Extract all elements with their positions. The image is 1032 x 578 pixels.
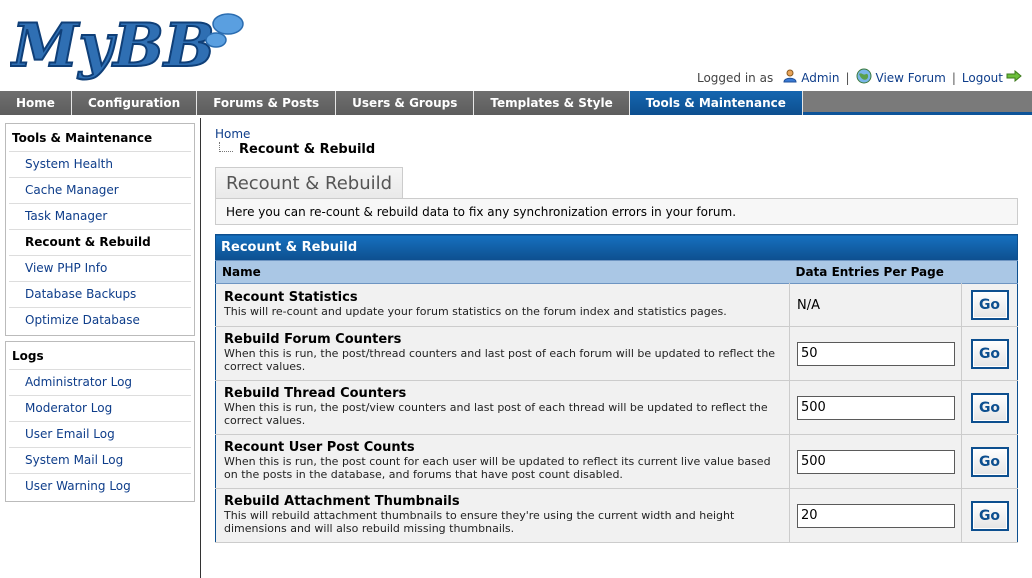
logs-menu-title: Logs: [12, 349, 44, 363]
tab-templates-style[interactable]: Templates & Style: [474, 91, 630, 115]
breadcrumb: Home Recount & Rebuild: [215, 127, 1018, 157]
entries-cell: [789, 434, 962, 489]
entries-input-forum-counters[interactable]: [797, 341, 955, 366]
entries-cell: [789, 380, 962, 435]
task-description: This will re-count and update your forum…: [224, 305, 727, 318]
entries-cell: [789, 326, 962, 381]
tab-configuration[interactable]: Configuration: [71, 91, 198, 115]
svg-text:MyBB: MyBB: [10, 11, 215, 81]
sidebar: Tools & Maintenance System Health Cache …: [0, 118, 201, 578]
column-header-name: Name: [222, 265, 261, 279]
column-header-entries: Data Entries Per Page: [795, 265, 944, 279]
breadcrumb-branch-line: [219, 142, 233, 152]
go-cell: Go: [961, 326, 1018, 381]
main-nav: Home Configuration Forums & Posts Users …: [0, 91, 1032, 115]
entries-input-user-post-counts[interactable]: [797, 449, 955, 474]
task-description: When this is run, the post count for eac…: [224, 455, 771, 481]
tab-tools-maintenance[interactable]: Tools & Maintenance: [629, 91, 803, 115]
sidebar-item-user-email-log[interactable]: User Email Log: [9, 421, 191, 447]
tab-forums-posts[interactable]: Forums & Posts: [197, 91, 337, 115]
breadcrumb-current-label: Recount & Rebuild: [239, 142, 376, 157]
sidebar-item-moderator-log[interactable]: Moderator Log: [9, 395, 191, 421]
table-title: Recount & Rebuild: [215, 234, 1018, 261]
sidebar-item-system-mail-log[interactable]: System Mail Log: [9, 447, 191, 473]
breadcrumb-home-link[interactable]: Home: [215, 127, 1018, 141]
main-content: Home Recount & Rebuild Recount & Rebuild…: [215, 118, 1018, 543]
tools-menu: Tools & Maintenance System Health Cache …: [5, 123, 195, 336]
table-row: Rebuild Attachment Thumbnails This will …: [215, 488, 1018, 543]
separator: |: [845, 70, 850, 85]
tools-menu-title: Tools & Maintenance: [12, 131, 153, 145]
logout-arrow-icon[interactable]: [1006, 69, 1022, 85]
sidebar-item-administrator-log[interactable]: Administrator Log: [9, 369, 191, 395]
page-description: Here you can re-count & rebuild data to …: [215, 198, 1018, 225]
sidebar-item-task-manager[interactable]: Task Manager: [9, 203, 191, 229]
user-bar: Logged in as Admin | View Forum | Logout: [697, 68, 1026, 87]
go-button-rebuild-attachment-thumbnails[interactable]: Go: [970, 500, 1009, 531]
sidebar-item-system-health[interactable]: System Health: [9, 151, 191, 177]
user-icon: [783, 69, 797, 86]
table-header-row: Name Data Entries Per Page: [215, 260, 1018, 284]
mybb-logo[interactable]: MyBB: [10, 8, 250, 82]
page-title-tab: Recount & Rebuild: [215, 167, 404, 198]
tab-home[interactable]: Home: [0, 91, 72, 115]
table-row: Rebuild Forum Counters When this is run,…: [215, 326, 1018, 381]
entries-input-thread-counters[interactable]: [797, 395, 955, 420]
sidebar-item-user-warning-log[interactable]: User Warning Log: [9, 473, 191, 499]
go-button-recount-statistics[interactable]: Go: [970, 290, 1009, 320]
go-button-recount-user-post-counts[interactable]: Go: [970, 446, 1009, 477]
sidebar-item-optimize-database[interactable]: Optimize Database: [9, 307, 191, 333]
task-title: Rebuild Attachment Thumbnails: [224, 494, 460, 509]
sidebar-item-view-php-info[interactable]: View PHP Info: [9, 255, 191, 281]
go-cell: Go: [961, 283, 1018, 327]
task-description: When this is run, the post/thread counte…: [224, 347, 776, 373]
header: MyBB Logged in as Admin | View Forum | L…: [0, 0, 1032, 90]
logs-menu: Logs Administrator Log Moderator Log Use…: [5, 341, 195, 502]
entries-cell: [789, 488, 962, 543]
task-description: This will rebuild attachment thumbnails …: [224, 509, 735, 535]
logged-in-label: Logged in as: [696, 70, 774, 85]
go-cell: Go: [961, 434, 1018, 489]
go-cell: Go: [961, 380, 1018, 435]
task-description: When this is run, the post/view counters…: [224, 401, 768, 427]
tab-users-groups[interactable]: Users & Groups: [336, 91, 475, 115]
go-button-rebuild-forum-counters[interactable]: Go: [970, 338, 1009, 369]
go-cell: Go: [961, 488, 1018, 543]
breadcrumb-current: Recount & Rebuild: [215, 142, 1018, 157]
task-cell: Recount User Post Counts When this is ru…: [215, 434, 790, 489]
task-cell: Rebuild Thread Counters When this is run…: [215, 380, 790, 435]
entries-input-attachment-thumbnails[interactable]: [797, 503, 955, 528]
rebuild-table: Recount & Rebuild Name Data Entries Per …: [215, 234, 1018, 543]
sidebar-item-cache-manager[interactable]: Cache Manager: [9, 177, 191, 203]
logout-link[interactable]: Logout: [962, 71, 1003, 85]
globe-icon: [856, 68, 872, 87]
table-row: Recount User Post Counts When this is ru…: [215, 434, 1018, 489]
task-cell: Recount Statistics This will re-count an…: [215, 283, 790, 327]
entries-na-text: N/A: [797, 297, 820, 313]
sidebar-item-recount-rebuild[interactable]: Recount & Rebuild: [9, 229, 191, 255]
task-cell: Rebuild Forum Counters When this is run,…: [215, 326, 790, 381]
task-title: Recount Statistics: [224, 290, 358, 305]
entries-cell: N/A: [789, 283, 962, 327]
table-row: Recount Statistics This will re-count an…: [215, 283, 1018, 327]
task-title: Rebuild Forum Counters: [224, 332, 402, 347]
task-title: Rebuild Thread Counters: [224, 386, 407, 401]
task-cell: Rebuild Attachment Thumbnails This will …: [215, 488, 790, 543]
nav-filler: [802, 91, 1032, 112]
admin-user-link[interactable]: Admin: [801, 71, 839, 85]
task-title: Recount User Post Counts: [224, 440, 415, 455]
sidebar-item-database-backups[interactable]: Database Backups: [9, 281, 191, 307]
table-row: Rebuild Thread Counters When this is run…: [215, 380, 1018, 435]
go-button-rebuild-thread-counters[interactable]: Go: [970, 392, 1009, 423]
view-forum-link[interactable]: View Forum: [876, 71, 946, 85]
separator: |: [951, 70, 956, 85]
